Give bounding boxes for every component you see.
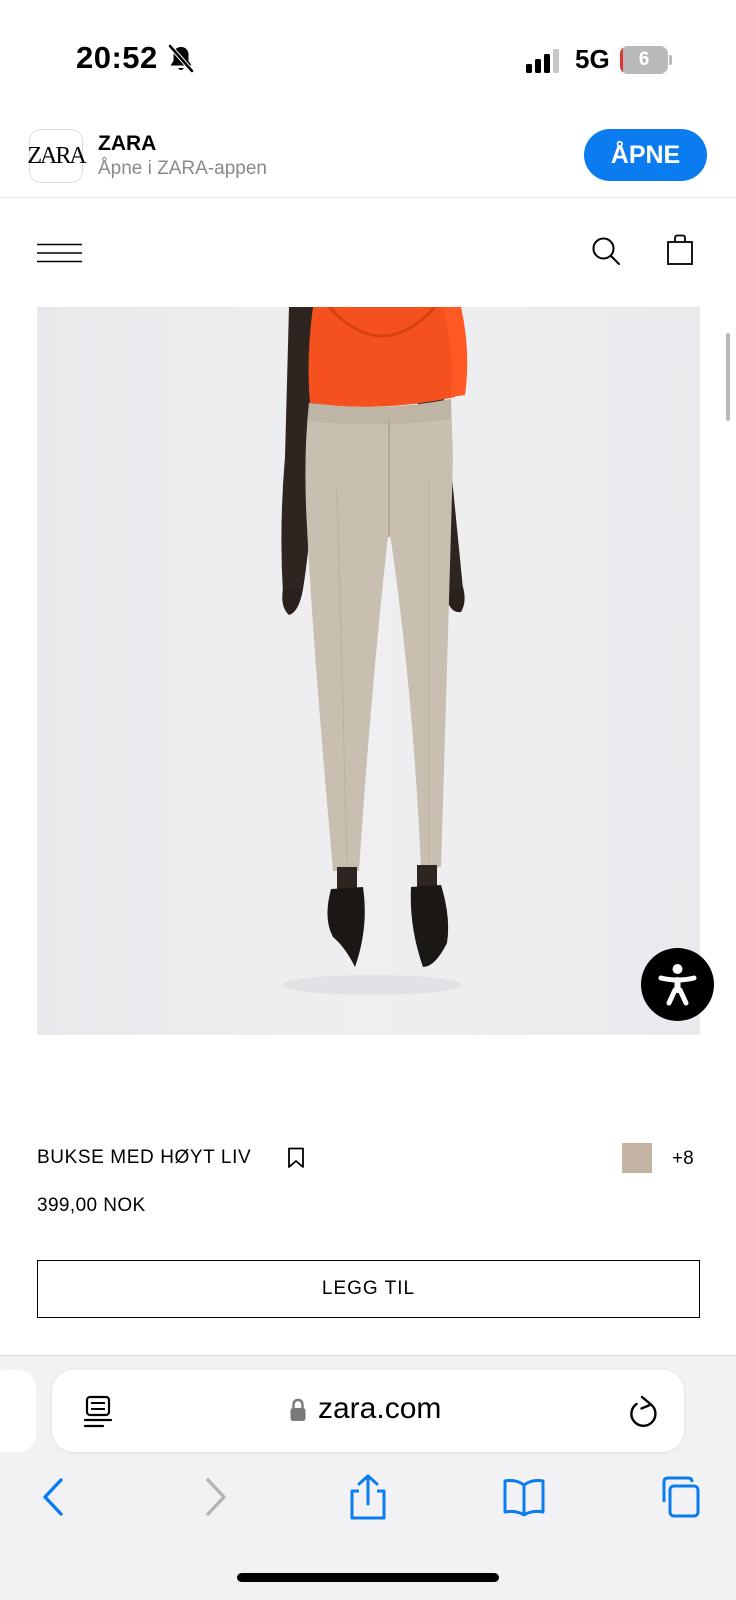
back-icon[interactable] [34,1474,78,1520]
lock-icon [290,1398,306,1421]
status-time: 20:52 [76,40,158,75]
status-bar: 20:52 5G 6 [0,0,736,110]
home-indicator [237,1573,499,1582]
color-swatch[interactable] [622,1143,652,1173]
previous-tab-peek[interactable] [0,1370,36,1452]
app-logo: ZARA [27,129,87,183]
url-text[interactable]: zara.com [318,1392,441,1426]
product-name[interactable]: BUKSE MED HØYT LIV [37,1147,251,1169]
bookmarks-icon[interactable] [502,1474,546,1520]
search-icon[interactable] [591,236,621,266]
address-bar[interactable]: zara.com [52,1370,684,1452]
shopping-bag-icon[interactable] [666,234,694,266]
battery-level: 6 [638,49,650,70]
browser-toolbar: zara.com [0,1355,736,1600]
product-image[interactable] [37,307,700,1035]
app-name: ZARA [98,132,157,155]
bell-muted-icon [168,44,194,73]
product-photo [281,307,468,995]
menu-icon[interactable] [37,243,82,263]
share-icon[interactable] [346,1474,390,1520]
add-to-cart-button[interactable]: LEGG TIL [37,1260,700,1318]
battery-icon: 6 [620,46,672,74]
tabs-icon[interactable] [658,1474,702,1520]
network-type: 5G [575,44,610,74]
open-app-button[interactable]: ÅPNE [584,129,707,181]
accessibility-button[interactable] [641,948,714,1021]
bookmark-icon[interactable] [287,1147,305,1169]
scroll-indicator[interactable] [726,333,730,421]
cellular-signal-icon [526,49,559,73]
app-banner: ZARA ZARA Åpne i ZARA-appen ÅPNE [0,110,736,198]
reader-icon[interactable] [83,1395,113,1429]
accessibility-icon [658,964,697,1006]
product-price: 399,00 NOK [37,1195,146,1216]
reload-icon[interactable] [628,1395,660,1429]
forward-icon[interactable] [191,1474,235,1520]
more-colors-count[interactable]: +8 [672,1148,694,1170]
app-subtitle: Åpne i ZARA-appen [98,158,267,179]
